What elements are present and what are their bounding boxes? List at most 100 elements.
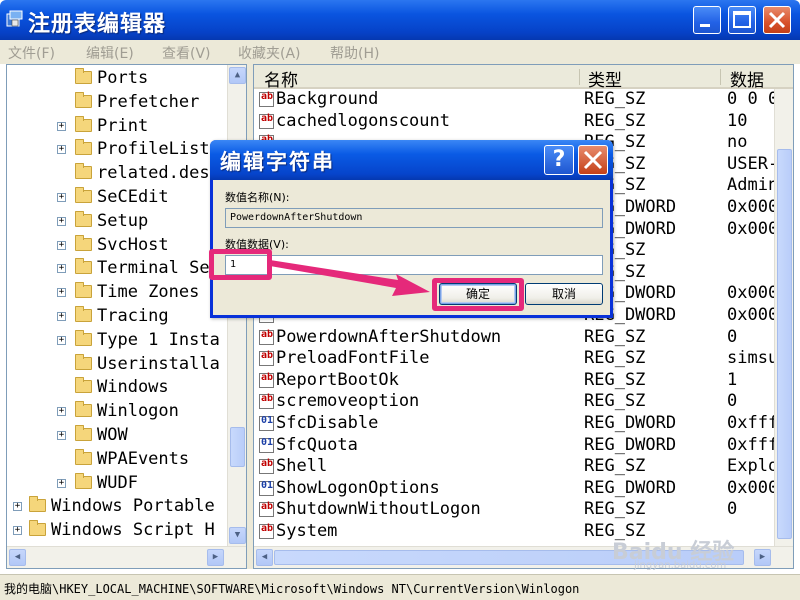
tree-item-label: ProfileList (97, 139, 210, 160)
expand-icon[interactable]: + (57, 407, 66, 417)
value-data: no (727, 132, 748, 153)
column-type[interactable]: 类型 (588, 66, 622, 91)
close-icon (768, 11, 786, 29)
menu-view[interactable]: 查看(V) (162, 43, 211, 63)
tree-item-label: Setup (97, 210, 149, 231)
value-name: System (276, 521, 338, 541)
close-button[interactable] (763, 6, 791, 34)
scroll-down-icon[interactable]: ▼ (229, 527, 246, 544)
menu-help[interactable]: 帮助(H) (330, 43, 379, 63)
maximize-button[interactable] (728, 6, 756, 34)
annotation-arrow (270, 260, 430, 296)
value-data: 10 (727, 110, 748, 131)
expand-icon[interactable]: + (57, 264, 66, 274)
value-row[interactable]: cachedlogonscount REG_SZ 10 (254, 110, 793, 133)
tree-scroll-thumb[interactable] (230, 427, 245, 467)
folder-icon (75, 68, 92, 84)
tree-item-label: Prefetcher (97, 91, 200, 112)
folder-icon (75, 353, 92, 370)
value-row[interactable]: PreloadFontFile REG_SZ simsu (254, 348, 793, 370)
expand-icon[interactable]: + (57, 478, 66, 488)
folder-icon (75, 210, 92, 227)
menu-edit[interactable]: 编辑(E) (86, 43, 134, 63)
value-data: 0 0 0 (727, 89, 779, 109)
value-type: REG_DWORD (584, 477, 677, 498)
value-row[interactable]: Background REG_SZ 0 0 0 (254, 89, 793, 111)
expand-icon[interactable]: + (13, 526, 22, 536)
value-data: 0x000 (727, 218, 779, 239)
expand-icon[interactable]: + (57, 216, 66, 226)
tree-item-label: SeCEdit (97, 187, 169, 207)
value-data: 0x000 (727, 305, 779, 325)
scroll-left-icon[interactable]: ◀ (9, 549, 26, 566)
string-value-icon (259, 91, 274, 107)
scroll-right-icon[interactable]: ▶ (754, 549, 771, 566)
value-row[interactable]: scremoveoption REG_SZ 0 (254, 391, 793, 413)
expand-icon[interactable]: + (57, 335, 66, 345)
value-row[interactable]: ShutdownWithoutLogon REG_SZ 0 (254, 499, 793, 521)
status-bar: 我的电脑\HKEY_LOCAL_MACHINE\SOFTWARE\Microso… (0, 574, 800, 600)
watermark-url: jingyan.baidu.com (634, 560, 727, 571)
value-row[interactable]: PowerdownAfterShutdown REG_SZ 0 (254, 326, 793, 349)
maximize-icon (733, 11, 751, 28)
tree-item-label: Windows Script H (51, 520, 215, 541)
expand-icon[interactable]: + (57, 240, 66, 250)
window-title: 注册表编辑器 (28, 12, 167, 37)
scroll-left-icon[interactable]: ◀ (256, 549, 273, 566)
tree-item-label: WOW (97, 425, 128, 445)
value-row[interactable]: SfcDisableREG_DWORD0xffff (254, 413, 793, 435)
menu-file[interactable]: 文件(F) (8, 43, 55, 63)
value-row[interactable]: SfcQuotaREG_DWORD0xffff (254, 434, 793, 457)
scroll-right-icon[interactable]: ▶ (207, 549, 224, 566)
folder-icon (75, 234, 92, 251)
value-type: REG_SZ (584, 89, 646, 109)
dialog-close-button[interactable] (578, 145, 608, 175)
folder-icon (29, 520, 46, 537)
registry-editor-icon (6, 10, 23, 27)
column-name[interactable]: 名称 (264, 66, 298, 91)
value-row[interactable]: ReportBootOk REG_SZ 1 (254, 369, 793, 392)
expand-icon[interactable]: + (57, 288, 66, 298)
value-data: USER- (727, 153, 779, 174)
folder-icon (75, 282, 92, 299)
folder-icon (75, 139, 92, 156)
column-data[interactable]: 数据 (730, 66, 764, 91)
expand-icon[interactable]: + (57, 121, 66, 131)
expand-icon[interactable]: + (57, 431, 66, 440)
value-name: PowerdownAfterShutdown (276, 326, 502, 347)
tree-item-label: Ports (97, 68, 149, 88)
list-vertical-scrollbar[interactable] (774, 89, 793, 546)
value-type: REG_SZ (584, 348, 646, 369)
value-type: REG_DWORD (584, 434, 677, 455)
menu-favorites[interactable]: 收藏夹(A) (238, 43, 301, 63)
string-value-icon (259, 501, 274, 518)
tree-horizontal-scrollbar[interactable]: ◀ ▶ (7, 546, 246, 568)
list-scroll-thumb[interactable] (777, 149, 792, 539)
scroll-up-icon[interactable]: ▲ (229, 67, 246, 84)
folder-icon (75, 306, 92, 322)
help-icon: ? (552, 147, 566, 172)
string-value-icon (259, 329, 274, 345)
expand-icon[interactable]: + (57, 193, 66, 202)
cancel-button[interactable]: 取消 (525, 283, 603, 305)
expand-icon[interactable]: + (57, 145, 66, 155)
help-button[interactable]: ? (544, 145, 574, 175)
folder-icon (75, 472, 92, 489)
string-value-icon (259, 113, 274, 129)
tree-item-label: SvcHost (97, 234, 169, 255)
expand-icon[interactable]: + (13, 502, 22, 512)
tree-item-label: Userinstalla (97, 353, 220, 374)
value-name: SfcDisable (276, 413, 379, 433)
dword-value-icon (259, 480, 274, 496)
tree-item-label: Tracing (97, 306, 169, 326)
expand-icon[interactable]: + (57, 312, 66, 321)
value-row[interactable]: ShowLogonOptions REG_DWORD 0x000 (254, 477, 793, 500)
value-row[interactable]: Shell REG_SZ Explo (254, 456, 793, 478)
folder-icon (75, 91, 92, 108)
value-name: ReportBootOk (276, 369, 399, 390)
minimize-button[interactable] (693, 6, 721, 34)
tree-item-label: Windows Portable (51, 496, 215, 517)
value-type: REG_SZ (584, 110, 646, 131)
value-data: Explo (727, 456, 779, 477)
value-type: REG_SZ (584, 369, 646, 390)
